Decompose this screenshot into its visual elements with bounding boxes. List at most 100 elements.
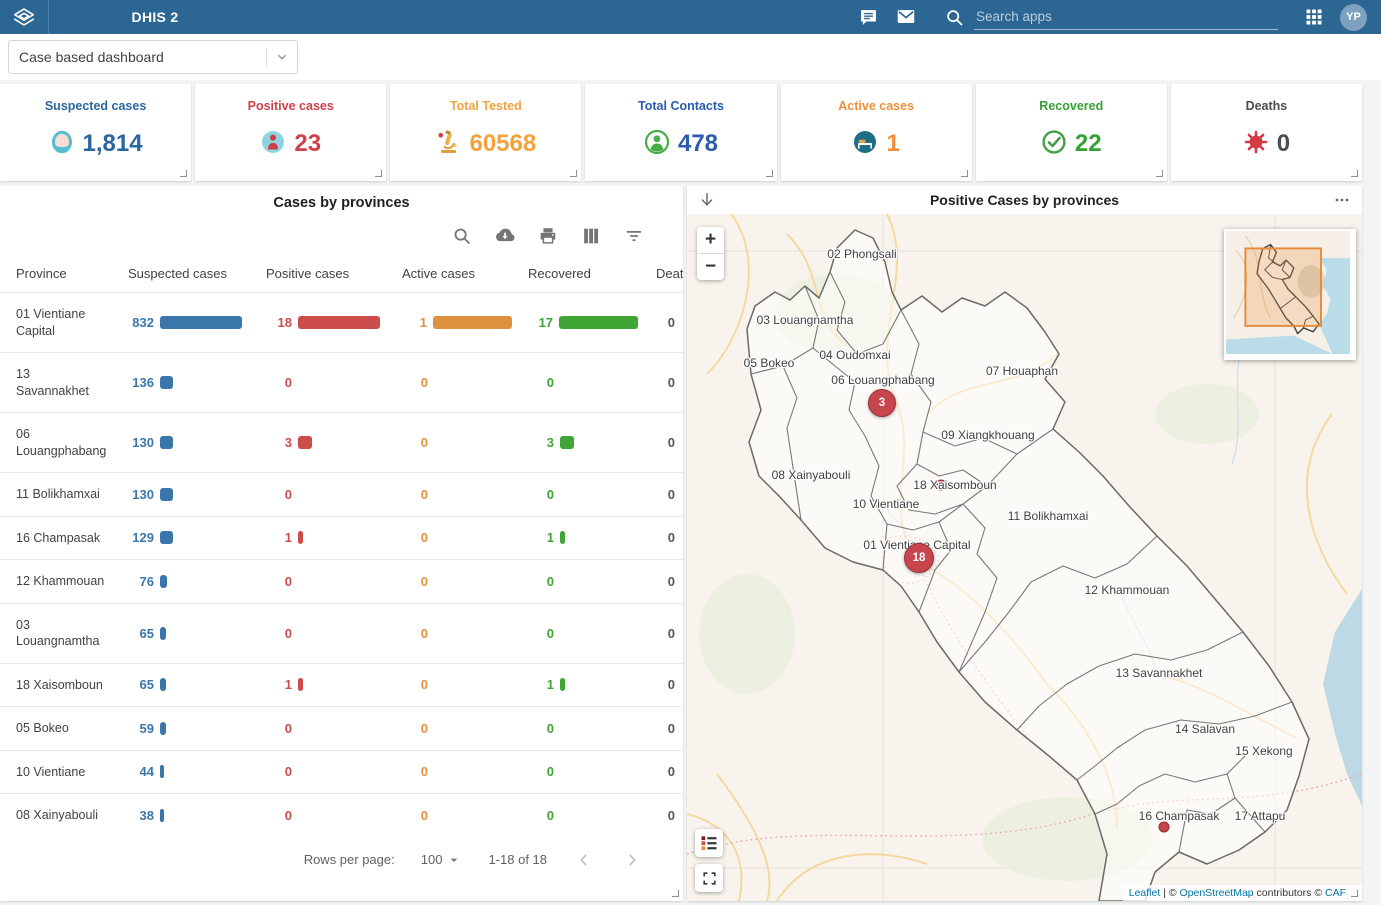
resize-handle[interactable] — [961, 170, 968, 177]
stat-cards-row: Suspected cases 1,814 Positive cases 23 … — [0, 84, 1362, 181]
stat-card-positive-cases[interactable]: Positive cases 23 — [195, 84, 386, 181]
resize-handle[interactable] — [180, 170, 187, 177]
table-row[interactable]: 16 Champasak 129 1 0 1 0 — [0, 516, 683, 560]
resize-handle[interactable] — [1351, 890, 1358, 897]
legend-button[interactable] — [695, 829, 723, 857]
dhis2-dashboard-page: DHIS 2 YP Case based dashboard — [0, 0, 1381, 905]
stat-card-total-contacts[interactable]: Total Contacts 478 — [585, 84, 776, 181]
virus-icon — [1243, 129, 1269, 160]
mail-icon[interactable] — [894, 5, 918, 29]
stat-card-recovered[interactable]: Recovered 22 — [976, 84, 1167, 181]
resize-handle[interactable] — [375, 170, 382, 177]
province-label: 15 Xekong — [1235, 744, 1292, 758]
stat-card-value: 22 — [1075, 130, 1102, 158]
overview-minimap[interactable] — [1224, 229, 1356, 360]
resize-handle[interactable] — [570, 170, 577, 177]
dashboard-selector-strip: Case based dashboard — [0, 34, 1381, 80]
dashboard-selector[interactable]: Case based dashboard — [8, 40, 298, 74]
messages-icon[interactable] — [856, 5, 880, 29]
page-range: 1-18 of 18 — [488, 852, 547, 867]
col-header-positive[interactable]: Positive cases — [250, 266, 386, 281]
table-row[interactable]: 13 Savannakhet 136 0 0 0 0 — [0, 352, 683, 412]
map-canvas[interactable]: 02 Phongsali03 Louangnamtha05 Bokeo04 Ou… — [687, 214, 1362, 901]
columns-icon[interactable] — [580, 225, 602, 247]
dhis2-logo[interactable] — [0, 0, 49, 34]
col-header-deaths[interactable]: Deaths — [638, 266, 683, 281]
prev-page-button[interactable] — [573, 849, 595, 871]
stat-card-active-cases[interactable]: Active cases 1 — [781, 84, 972, 181]
resize-handle[interactable] — [1156, 170, 1163, 177]
zoom-in-button[interactable]: + — [697, 227, 724, 254]
check-circle-icon — [1041, 129, 1067, 160]
rows-per-page-label: Rows per page: — [304, 852, 395, 867]
stat-card-value: 1,814 — [83, 130, 143, 158]
download-icon[interactable] — [494, 225, 516, 247]
case-cluster-marker[interactable]: 18 — [904, 543, 934, 573]
attribution-link[interactable]: OpenStreetMap — [1180, 887, 1254, 899]
resize-handle[interactable] — [1351, 170, 1358, 177]
col-header-suspected[interactable]: Suspected cases — [112, 266, 250, 281]
table-row[interactable]: 18 Xaisomboun 65 1 0 1 0 — [0, 663, 683, 707]
filter-icon[interactable] — [623, 225, 645, 247]
attribution-link[interactable]: Leaflet — [1129, 887, 1161, 899]
zoom-out-button[interactable]: − — [697, 254, 724, 280]
table-row[interactable]: 01 Vientiane Capital 832 18 1 17 0 — [0, 292, 683, 352]
province-cell: 12 Khammouan — [0, 560, 112, 603]
table-panel-title: Cases by provinces — [0, 186, 683, 211]
chevron-down-icon — [267, 48, 297, 66]
case-dot-marker[interactable] — [1159, 822, 1170, 833]
print-icon[interactable] — [537, 225, 559, 247]
province-label: 17 Attapu — [1235, 809, 1286, 823]
stat-card-value: 23 — [294, 130, 321, 158]
resize-handle[interactable] — [766, 170, 773, 177]
col-header-active[interactable]: Active cases — [386, 266, 512, 281]
province-cell: 16 Champasak — [0, 517, 112, 560]
rows-per-page-select[interactable]: 100 — [421, 852, 463, 868]
province-cell: 08 Xainyabouli — [0, 794, 112, 837]
map-panel-title: Positive Cases by provinces — [727, 192, 1322, 208]
stat-card-value: 0 — [1277, 130, 1290, 158]
col-header-province[interactable]: Province — [0, 266, 112, 281]
fullscreen-button[interactable] — [695, 864, 723, 892]
next-page-button[interactable] — [621, 849, 643, 871]
arrow-down-icon[interactable] — [687, 190, 727, 210]
table-row[interactable]: 08 Xainyabouli 38 0 0 0 0 — [0, 793, 683, 837]
table-row[interactable]: 10 Vientiane 44 0 0 0 0 — [0, 750, 683, 794]
province-label: 18 Xaisomboun — [913, 478, 996, 492]
province-cell: 01 Vientiane Capital — [0, 293, 112, 352]
province-label: 12 Khammouan — [1085, 583, 1170, 597]
search-apps-input[interactable] — [974, 5, 1278, 30]
stat-card-total-tested[interactable]: Total Tested 60568 — [390, 84, 581, 181]
case-cluster-marker[interactable]: 3 — [868, 389, 896, 417]
search-icon[interactable] — [942, 5, 966, 29]
apps-grid-icon[interactable] — [1302, 5, 1326, 29]
microscope-icon — [435, 129, 461, 160]
dashboard-selector-value: Case based dashboard — [9, 49, 266, 65]
province-label: 14 Salavan — [1175, 722, 1235, 736]
search-icon[interactable] — [451, 225, 473, 247]
table-row[interactable]: 03 Louangnamtha 65 0 0 0 0 — [0, 603, 683, 663]
table-row[interactable]: 11 Bolikhamxai 130 0 0 0 0 — [0, 472, 683, 516]
stat-card-value: 60568 — [469, 130, 536, 158]
stat-card-value: 1 — [886, 130, 899, 158]
table-row[interactable]: 05 Bokeo 59 0 0 0 0 — [0, 706, 683, 750]
table-row[interactable]: 06 Louangphabang 130 3 0 3 0 — [0, 412, 683, 472]
province-label: 10 Vientiane — [853, 497, 920, 511]
stat-card-deaths[interactable]: Deaths 0 — [1171, 84, 1362, 181]
province-cell: 11 Bolikhamxai — [0, 473, 112, 516]
person-icon — [260, 129, 286, 160]
stat-card-suspected-cases[interactable]: Suspected cases 1,814 — [0, 84, 191, 181]
table-body: 01 Vientiane Capital 832 18 1 17 0 13 Sa… — [0, 292, 683, 837]
attribution-link[interactable]: CAF — [1325, 887, 1346, 899]
province-cell: 06 Louangphabang — [0, 413, 112, 472]
province-label: 08 Xainyabouli — [772, 468, 851, 482]
map-zoom-control: + − — [697, 227, 724, 280]
province-label: 13 Savannakhet — [1116, 666, 1203, 680]
user-avatar[interactable]: YP — [1340, 4, 1367, 31]
col-header-recovered[interactable]: Recovered — [512, 266, 638, 281]
more-options-icon[interactable] — [1322, 190, 1362, 210]
province-label: 02 Phongsali — [827, 247, 896, 261]
table-row[interactable]: 12 Khammouan 76 0 0 0 0 — [0, 559, 683, 603]
resize-handle[interactable] — [672, 890, 679, 897]
map-attribution: Leaflet | © OpenStreetMap contributors ©… — [1123, 885, 1362, 901]
